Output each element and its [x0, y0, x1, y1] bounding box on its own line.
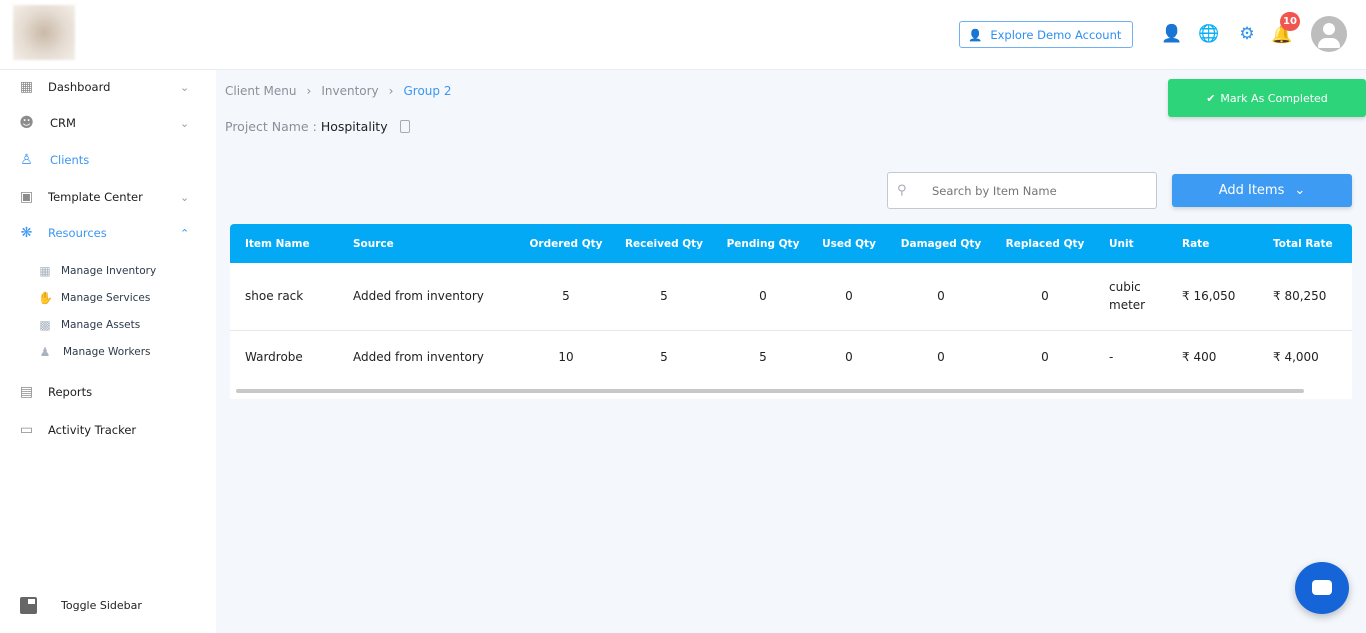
sidebar-item-resources[interactable]: ❋ Resources ⌃ — [0, 218, 216, 248]
cell-unit: - — [1109, 349, 1114, 364]
cell-total-rate: ₹ 4,000 — [1273, 349, 1319, 364]
globe-icon[interactable]: 🌐 — [1198, 24, 1219, 44]
cell-unit: cubic meter — [1094, 263, 1167, 331]
column-header: Received Qty — [614, 224, 714, 263]
horizontal-scrollbar[interactable] — [236, 389, 1304, 393]
clients-icon: ♙ — [20, 151, 33, 168]
reports-icon: ▤ — [19, 383, 34, 400]
chevron-right-icon: › — [388, 84, 394, 98]
sidebar-toggle-icon — [20, 596, 37, 614]
cell-used-qty: 0 — [812, 263, 886, 331]
activity-icon: ▭ — [19, 421, 34, 438]
sidebar-subitem-manage-assets[interactable]: ▩ Manage Assets — [0, 313, 216, 337]
column-header: Ordered Qty — [518, 224, 614, 263]
resources-icon: ❋ — [20, 224, 33, 241]
inventory-icon: ▦ — [39, 264, 51, 278]
explore-demo-account-button[interactable]: 👤 Explore Demo Account — [959, 21, 1133, 48]
sidebar-item-reports[interactable]: ▤ Reports — [0, 377, 216, 407]
cell-rate: ₹ 16,050 — [1167, 263, 1258, 331]
cell-damaged-qty: 0 — [886, 263, 996, 331]
check-badge-icon: ✔ — [1206, 91, 1216, 105]
add-items-button[interactable]: Add Items ⌄ — [1172, 174, 1352, 207]
cell-received-qty: 5 — [614, 263, 714, 331]
template-icon: ▣ — [19, 188, 34, 205]
table-header-row: Item Name Source Ordered Qty Received Qt… — [230, 224, 1352, 263]
top-header: 👤 Explore Demo Account 👤 🌐 ⚙ 🔔 10 — [0, 0, 1366, 70]
table-row: Wardrobe Added from inventory 10 5 5 0 0… — [230, 330, 1352, 383]
cell-item-name: shoe rack — [230, 263, 338, 331]
sidebar-subitem-manage-workers[interactable]: ♟ Manage Workers — [0, 340, 216, 364]
table-row: shoe rack Added from inventory 5 5 0 0 0… — [230, 263, 1352, 331]
sidebar-item-activity-tracker[interactable]: ▭ Activity Tracker — [0, 415, 216, 445]
chat-widget-button[interactable] — [1295, 562, 1349, 614]
column-header: Pending Qty — [714, 224, 812, 263]
user-switch-icon: 👤 — [968, 27, 983, 42]
chevron-down-icon: ⌄ — [180, 80, 190, 94]
sidebar: ▦ Dashboard ⌄ ☻ CRM ⌄ ♙ Clients ▣ Template Cen… — [0, 70, 216, 633]
cell-rate: ₹ 400 — [1182, 349, 1217, 364]
services-icon: ✋ — [38, 291, 53, 305]
add-user-icon[interactable]: 👤 — [1161, 24, 1182, 44]
search-icon: ⚲ — [897, 183, 907, 198]
cell-pending-qty: 0 — [714, 263, 812, 331]
search-input[interactable] — [932, 183, 1142, 198]
mark-as-completed-button[interactable]: ✔ Mark As Completed — [1168, 79, 1366, 117]
sidebar-subitem-manage-inventory[interactable]: ▦ Manage Inventory — [0, 259, 216, 283]
cell-received-qty: 5 — [660, 349, 668, 364]
column-header: Source — [338, 224, 518, 263]
chevron-up-icon: ⌃ — [180, 226, 190, 240]
assets-icon: ▩ — [39, 318, 51, 332]
inventory-table: Item Name Source Ordered Qty Received Qt… — [230, 224, 1352, 399]
project-name: Project Name : Hospitality — [225, 119, 410, 134]
column-header: Used Qty — [812, 224, 886, 263]
cell-damaged-qty: 0 — [937, 349, 945, 364]
breadcrumb: Client Menu › Inventory › Group 2 — [225, 84, 451, 98]
sidebar-item-clients[interactable]: ♙ Clients — [0, 145, 216, 175]
chevron-down-icon: ⌄ — [1294, 183, 1306, 198]
chevron-down-icon: ⌄ — [180, 190, 190, 204]
column-header: Unit — [1094, 224, 1167, 263]
cell-source: Added from inventory — [353, 349, 484, 364]
breadcrumb-inventory[interactable]: Inventory — [321, 84, 378, 98]
sidebar-item-dashboard[interactable]: ▦ Dashboard ⌄ — [0, 72, 216, 102]
cell-source: Added from inventory — [338, 263, 518, 331]
cell-replaced-qty: 0 — [1041, 349, 1049, 364]
sidebar-item-template-center[interactable]: ▣ Template Center ⌄ — [0, 182, 216, 212]
column-header: Item Name — [230, 224, 338, 263]
search-field[interactable]: ⚲ — [887, 172, 1157, 209]
crm-icon: ☻ — [19, 114, 34, 131]
chevron-right-icon: › — [306, 84, 312, 98]
sidebar-subitem-manage-services[interactable]: ✋ Manage Services — [0, 286, 216, 310]
column-header: Total Rate — [1258, 224, 1352, 263]
company-logo[interactable] — [13, 5, 75, 60]
column-header: Rate — [1167, 224, 1258, 263]
cell-replaced-qty: 0 — [996, 263, 1094, 331]
cell-used-qty: 0 — [845, 349, 853, 364]
breadcrumb-client-menu[interactable]: Client Menu — [225, 84, 297, 98]
avatar[interactable] — [1311, 16, 1347, 52]
workers-icon: ♟ — [39, 345, 51, 359]
column-header: Replaced Qty — [996, 224, 1094, 263]
dashboard-icon: ▦ — [19, 78, 34, 95]
gear-icon[interactable]: ⚙ — [1237, 24, 1257, 44]
toggle-sidebar-button[interactable]: Toggle Sidebar — [0, 590, 216, 620]
cell-item-name: Wardrobe — [245, 349, 303, 364]
cell-ordered-qty: 10 — [558, 349, 574, 364]
breadcrumb-current: Group 2 — [403, 84, 452, 98]
notification-badge: 10 — [1280, 12, 1300, 31]
copy-icon[interactable] — [399, 120, 410, 133]
column-header: Damaged Qty — [886, 224, 996, 263]
chevron-down-icon: ⌄ — [180, 116, 190, 130]
cell-ordered-qty: 5 — [518, 263, 614, 331]
cell-total-rate: ₹ 80,250 — [1258, 263, 1352, 331]
sidebar-item-crm[interactable]: ☻ CRM ⌄ — [0, 108, 216, 138]
cell-pending-qty: 5 — [759, 349, 767, 364]
